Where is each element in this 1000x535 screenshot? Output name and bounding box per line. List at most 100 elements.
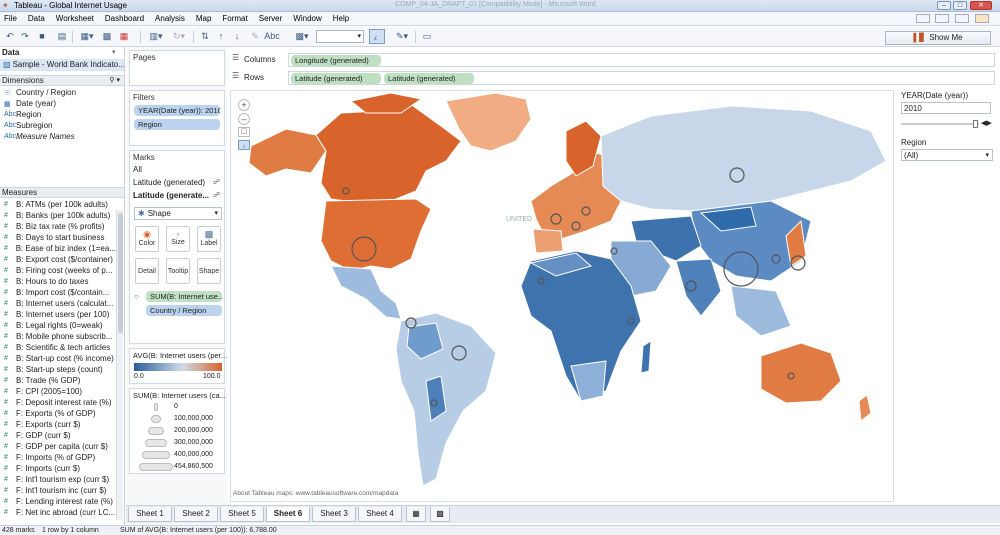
measure-item[interactable]: # F: Exports (curr $) bbox=[4, 419, 116, 430]
highlight-icon[interactable]: ✎▾ bbox=[393, 30, 411, 43]
measure-item[interactable]: # F: Imports (% of GDP) bbox=[4, 452, 116, 463]
measure-item[interactable]: # B: Days to start business bbox=[4, 232, 116, 243]
sheet-tab[interactable]: Sheet 3 bbox=[312, 507, 356, 522]
show-me-button[interactable]: ▌▊ Show Me bbox=[885, 31, 991, 45]
new-datasource-icon[interactable]: ▤ bbox=[55, 30, 69, 43]
menu-help[interactable]: Help bbox=[333, 14, 349, 23]
clear-sheet-icon[interactable]: ▦ bbox=[117, 30, 131, 43]
measure-item[interactable]: # B: Internet users (calculat... bbox=[4, 298, 116, 309]
rows-pill-latitude-2[interactable]: Latitude (generated) bbox=[384, 73, 474, 84]
map-attribution[interactable]: About Tableau maps: www.tableausoftware.… bbox=[233, 490, 398, 497]
measure-item[interactable]: # F: Exports (% of GDP) bbox=[4, 408, 116, 419]
window-restore-icon[interactable] bbox=[916, 14, 930, 23]
menu-worksheet[interactable]: Worksheet bbox=[56, 14, 94, 23]
measure-item[interactable]: # F: Int'l tourism inc (curr $) bbox=[4, 485, 116, 496]
year-filter-input[interactable]: 2010 bbox=[901, 102, 991, 114]
save-icon[interactable]: ■ bbox=[35, 30, 49, 43]
find-field-icon[interactable]: ⚲ ▾ bbox=[109, 76, 120, 86]
year-slider[interactable]: ◀▶ bbox=[901, 120, 993, 128]
detail-button[interactable]: Detail bbox=[135, 258, 159, 284]
sheet-tab[interactable]: Sheet 4 bbox=[358, 507, 402, 522]
columns-pill-longitude[interactable]: Longitude (generated) bbox=[291, 55, 381, 66]
menu-analysis[interactable]: Analysis bbox=[155, 14, 185, 23]
measure-item[interactable]: # B: Firing cost (weeks of p... bbox=[4, 265, 116, 276]
close-button[interactable]: ✕ bbox=[970, 1, 992, 10]
measure-item[interactable]: # B: Scientific & tech articles bbox=[4, 342, 116, 353]
pages-card[interactable]: Pages bbox=[129, 50, 225, 86]
undo-icon[interactable]: ↶ bbox=[3, 30, 17, 43]
field-region[interactable]: Abc Region bbox=[4, 109, 122, 120]
sheet-tab[interactable]: Sheet 1 bbox=[128, 507, 172, 522]
measure-item[interactable]: # B: ATMs (per 100k adults) bbox=[4, 199, 116, 210]
fit-dropdown[interactable]: ▾ bbox=[316, 30, 364, 43]
menu-dashboard[interactable]: Dashboard bbox=[105, 14, 144, 23]
size-button[interactable]: ◦ Size bbox=[166, 226, 190, 252]
measure-item[interactable]: # F: Net inc abroad (curr LC... bbox=[4, 507, 116, 518]
minimize-button[interactable]: – bbox=[937, 1, 951, 10]
fit-icon[interactable]: ▩▾ bbox=[292, 30, 312, 43]
menu-server[interactable]: Server bbox=[259, 14, 283, 23]
mark-type-dropdown[interactable]: ✱ Shape ▾ bbox=[134, 207, 222, 220]
zoom-in-button[interactable]: + bbox=[238, 99, 250, 111]
data-menu-icon[interactable]: ▾ bbox=[112, 48, 116, 56]
menu-window[interactable]: Window bbox=[293, 14, 321, 23]
measure-item[interactable]: # F: Int'l tourism exp (curr $) bbox=[4, 474, 116, 485]
datasource-item[interactable]: ▧ Sample - World Bank Indicato... bbox=[0, 59, 124, 71]
filter-pill-year[interactable]: YEAR(Date (year)): 2010 bbox=[134, 105, 220, 116]
sort-descending-icon[interactable]: ↓ bbox=[230, 30, 244, 43]
pause-updates-icon[interactable]: ▥▾ bbox=[146, 30, 166, 43]
marks-layer-1[interactable]: Latitude (generated) bbox=[133, 178, 205, 187]
world-map[interactable]: UNITED bbox=[231, 91, 894, 502]
data-pane-scrollbar[interactable] bbox=[116, 210, 123, 520]
shape-button[interactable]: Shape bbox=[197, 258, 221, 284]
measure-item[interactable]: # F: CPI (2005=100) bbox=[4, 386, 116, 397]
maximize-button[interactable]: □ bbox=[953, 1, 967, 10]
menu-file[interactable]: File bbox=[4, 14, 17, 23]
measure-item[interactable]: # B: Mobile phone subscrib... bbox=[4, 331, 116, 342]
field-measure-names[interactable]: Abc Measure Names bbox=[4, 131, 122, 142]
menu-data[interactable]: Data bbox=[28, 14, 45, 23]
present-icon[interactable] bbox=[935, 14, 949, 23]
tooltip-button[interactable]: Tooltip bbox=[166, 258, 190, 284]
field-subregion[interactable]: Abc Subregion bbox=[4, 120, 122, 131]
sort-ascending-icon[interactable]: ↑ bbox=[214, 30, 228, 43]
marks-layer-2[interactable]: Latitude (generate... bbox=[133, 191, 209, 200]
map-view[interactable]: UNITED + – ▢ ⁁ bbox=[230, 90, 894, 502]
measure-item[interactable]: # B: Start-up steps (count) bbox=[4, 364, 116, 375]
pin-icon[interactable]: ⁁ bbox=[238, 140, 250, 150]
color-button[interactable]: ◉ Color bbox=[135, 226, 159, 252]
new-dashboard-tab-icon[interactable]: ▩ bbox=[430, 507, 450, 522]
field-country-region[interactable]: ☉ Country / Region bbox=[4, 87, 122, 98]
swap-icon[interactable]: ⇅ bbox=[198, 30, 212, 43]
measure-item[interactable]: # F: Lending interest rate (%) bbox=[4, 496, 116, 507]
measure-item[interactable]: # B: Biz tax rate (% profits) bbox=[4, 221, 116, 232]
duplicate-sheet-icon[interactable]: ▩ bbox=[100, 30, 114, 43]
columns-drop-area[interactable]: Longitude (generated) bbox=[288, 53, 995, 67]
sheet-tab[interactable]: Sheet 5 bbox=[220, 507, 264, 522]
slider-thumb[interactable] bbox=[973, 120, 978, 128]
measure-item[interactable]: # F: GDP (curr $) bbox=[4, 430, 116, 441]
measure-item[interactable]: # B: Internet users (per 100) bbox=[4, 309, 116, 320]
label-button[interactable]: ▩ Label bbox=[197, 226, 221, 252]
save-icon[interactable] bbox=[955, 14, 969, 23]
zoom-out-button[interactable]: – bbox=[238, 113, 250, 125]
group-icon[interactable]: ✎ bbox=[248, 30, 262, 43]
iberia[interactable] bbox=[532, 228, 564, 254]
menu-format[interactable]: Format bbox=[222, 14, 247, 23]
field-date-year[interactable]: ▦ Date (year) bbox=[4, 98, 122, 109]
new-worksheet-tab-icon[interactable]: ▦ bbox=[406, 507, 426, 522]
measure-item[interactable]: # B: Start-up cost (% income) bbox=[4, 353, 116, 364]
presentation-icon[interactable]: ▭ bbox=[420, 30, 434, 43]
marks-pill-country[interactable]: Country / Region bbox=[146, 305, 222, 316]
marks-pill-internet-users[interactable]: SUM(B: Internet use.. bbox=[146, 291, 222, 302]
refresh-icon[interactable]: ↻▾ bbox=[170, 30, 188, 43]
measure-item[interactable]: # B: Trade (% GDP) bbox=[4, 375, 116, 386]
measure-item[interactable]: # B: Ease of biz index (1=ea... bbox=[4, 243, 116, 254]
sheet-tab[interactable]: Sheet 2 bbox=[174, 507, 218, 522]
measure-item[interactable]: # B: Hours to do taxes bbox=[4, 276, 116, 287]
region-filter-dropdown[interactable]: (All) ▾ bbox=[901, 149, 993, 161]
sheet-tab[interactable]: Sheet 6 bbox=[266, 507, 310, 522]
redo-icon[interactable]: ↷ bbox=[18, 30, 32, 43]
scrollbar-thumb[interactable] bbox=[118, 213, 123, 333]
measure-item[interactable]: # B: Banks (per 100k adults) bbox=[4, 210, 116, 221]
